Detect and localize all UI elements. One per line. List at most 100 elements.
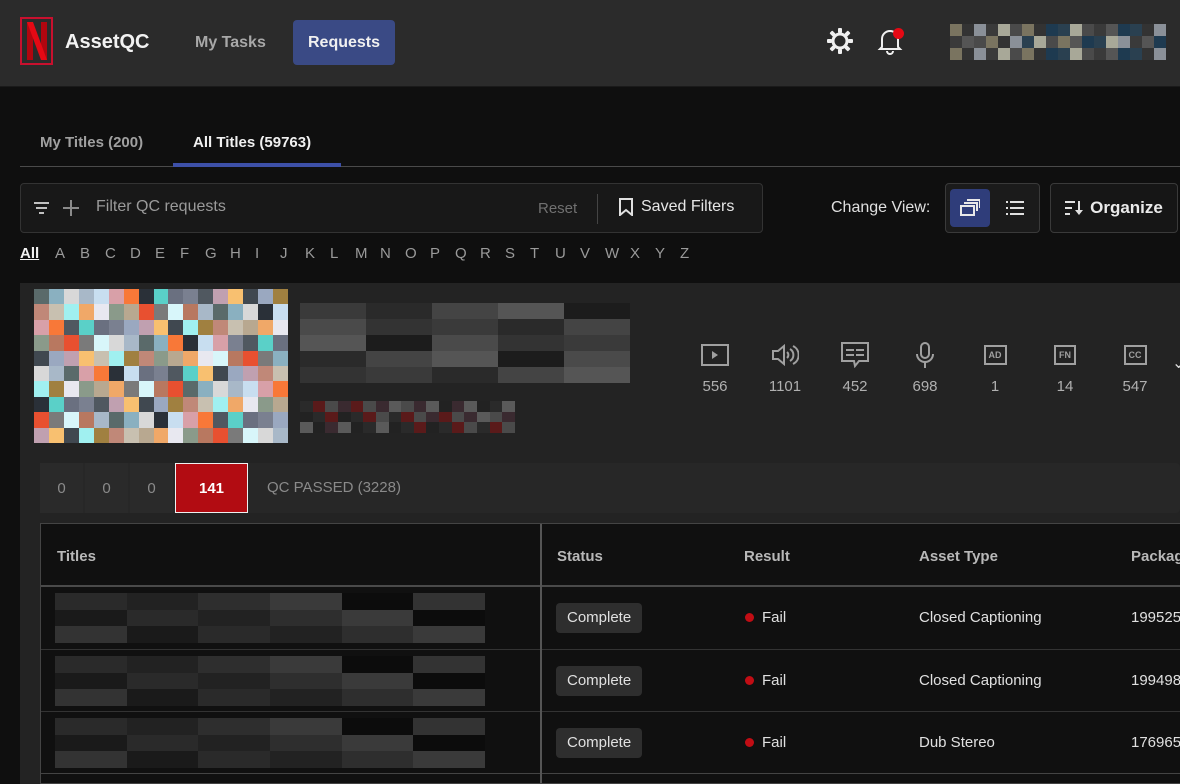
status-count-3[interactable]: 0: [130, 463, 173, 513]
forced-narrative-icon: FN: [1054, 345, 1076, 365]
alpha-filter-q[interactable]: Q: [455, 245, 480, 262]
organize-button[interactable]: Organize: [1050, 183, 1178, 233]
expand-chevron-icon[interactable]: ⌄: [1172, 353, 1180, 373]
table-row[interactable]: Complete Fail Dub Stereo 176965: [41, 712, 1180, 774]
stat-subtitles[interactable]: 452: [820, 341, 890, 395]
column-header-result[interactable]: Result: [744, 548, 790, 565]
add-filter-icon[interactable]: [63, 200, 79, 216]
row-title-redacted: [55, 656, 485, 706]
title-tags-redacted: [300, 401, 515, 433]
audio-description-icon: AD: [983, 345, 1007, 365]
saved-filters-button[interactable]: Saved Filters: [619, 198, 734, 216]
tab-my-titles[interactable]: My Titles (200): [40, 134, 143, 151]
sort-icon: [1065, 201, 1084, 215]
status-count-failed[interactable]: 141: [175, 463, 248, 513]
alpha-filter-l[interactable]: L: [330, 245, 355, 262]
alpha-filter-t[interactable]: T: [530, 245, 555, 262]
status-count-2[interactable]: 0: [85, 463, 128, 513]
requests-table: Titles Status Result Asset Type Packag C…: [40, 523, 1180, 784]
alpha-filter-d[interactable]: D: [130, 245, 155, 262]
alpha-filter-i[interactable]: I: [255, 245, 280, 262]
alpha-filter-n[interactable]: N: [380, 245, 405, 262]
result-text: Fail: [762, 734, 787, 751]
alpha-filter-z[interactable]: Z: [680, 245, 705, 262]
alpha-filter-e[interactable]: E: [155, 245, 180, 262]
stat-dubbing-value: 698: [912, 378, 938, 395]
alpha-filter-x[interactable]: X: [630, 245, 655, 262]
stat-video[interactable]: 556: [680, 341, 750, 395]
title-tabs: My Titles (200) All Titles (59763): [20, 120, 1180, 167]
nav-my-tasks[interactable]: My Tasks: [180, 20, 281, 65]
alpha-filter-w[interactable]: W: [605, 245, 630, 262]
gear-icon: [827, 28, 853, 54]
column-header-titles[interactable]: Titles: [57, 548, 96, 565]
table-row[interactable]: Complete Fail Closed Captioning 199498: [41, 650, 1180, 712]
list-icon: [1006, 201, 1024, 215]
alpha-filter-u[interactable]: U: [555, 245, 580, 262]
column-header-status[interactable]: Status: [557, 548, 603, 565]
microphone-icon: [916, 342, 934, 368]
status-badge: Complete: [556, 666, 643, 696]
alpha-filter-y[interactable]: Y: [655, 245, 680, 262]
stat-closed-captions[interactable]: CC 547: [1100, 341, 1170, 395]
alpha-filter-h[interactable]: H: [230, 245, 255, 262]
column-header-package[interactable]: Packag: [1131, 548, 1180, 565]
alpha-filter-k[interactable]: K: [305, 245, 330, 262]
audio-icon: [772, 344, 799, 366]
alpha-filter-m[interactable]: M: [355, 245, 380, 262]
app-title: AssetQC: [65, 31, 150, 53]
status-badge: Complete: [556, 603, 643, 633]
title-poster[interactable]: [34, 289, 288, 443]
alpha-filter-j[interactable]: J: [280, 245, 305, 262]
alpha-filter-o[interactable]: O: [405, 245, 430, 262]
video-icon: [701, 344, 729, 366]
saved-filters-label: Saved Filters: [641, 198, 735, 215]
result-cell: Fail: [745, 672, 786, 689]
reset-button[interactable]: Reset: [538, 200, 577, 217]
user-profile[interactable]: [950, 24, 1180, 60]
title-name-redacted: [300, 303, 630, 383]
column-header-asset-type[interactable]: Asset Type: [919, 548, 998, 565]
alpha-filter-a[interactable]: A: [55, 245, 80, 262]
card-view-button[interactable]: [950, 189, 990, 227]
filter-icon[interactable]: [34, 201, 49, 215]
alpha-filter-g[interactable]: G: [205, 245, 230, 262]
active-tab-indicator: [173, 163, 341, 167]
netflix-logo[interactable]: [20, 17, 53, 65]
qc-passed-label[interactable]: QC PASSED (3228): [267, 479, 401, 496]
status-badge: Complete: [556, 728, 643, 758]
stat-forced-narrative[interactable]: FN 14: [1030, 341, 1100, 395]
nav-requests[interactable]: Requests: [293, 20, 396, 65]
alpha-filter-p[interactable]: P: [430, 245, 455, 262]
filter-divider: [597, 194, 598, 224]
stat-audio-value: 1101: [768, 378, 802, 395]
bookmark-icon: [619, 198, 633, 216]
alpha-filter-all[interactable]: All: [20, 245, 55, 262]
alpha-filter-b[interactable]: B: [80, 245, 105, 262]
stat-subtitles-value: 452: [842, 378, 868, 395]
subtitle-icon: [841, 342, 869, 368]
alpha-filter-f[interactable]: F: [180, 245, 205, 262]
alpha-filter-s[interactable]: S: [505, 245, 530, 262]
stat-dubbing[interactable]: 698: [890, 341, 960, 395]
status-count-1[interactable]: 0: [40, 463, 83, 513]
alpha-filter-v[interactable]: V: [580, 245, 605, 262]
alpha-filter-c[interactable]: C: [105, 245, 130, 262]
list-view-button[interactable]: [995, 189, 1035, 227]
fail-dot-icon: [745, 676, 754, 685]
stat-closed-captions-value: 547: [1122, 378, 1148, 395]
organize-label: Organize: [1090, 198, 1163, 217]
notifications-button[interactable]: [873, 24, 907, 58]
column-resize-handle[interactable]: [540, 524, 542, 783]
change-view-label: Change View:: [831, 199, 931, 216]
settings-button[interactable]: [823, 24, 857, 58]
table-row[interactable]: Complete Fail Closed Captioning 199525: [41, 587, 1180, 649]
stat-audio-description[interactable]: AD 1: [960, 341, 1030, 395]
stat-audio[interactable]: 1101: [750, 341, 820, 395]
alpha-filter-r[interactable]: R: [480, 245, 505, 262]
row-title-redacted: [55, 718, 485, 768]
stat-forced-narrative-value: 14: [1056, 378, 1074, 395]
filter-input[interactable]: [96, 198, 516, 216]
result-cell: Fail: [745, 734, 786, 751]
tab-all-titles[interactable]: All Titles (59763): [193, 134, 311, 151]
